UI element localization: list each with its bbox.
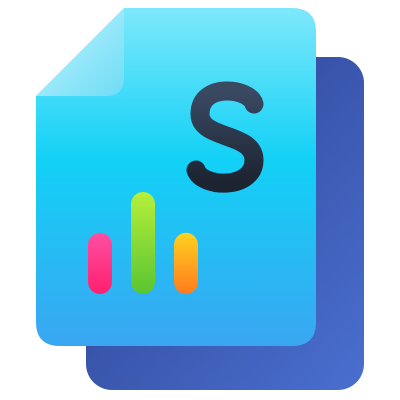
pink-bar <box>88 232 112 294</box>
page-fold <box>36 8 124 96</box>
icon-canvas <box>0 0 400 400</box>
financial-report-icon <box>36 8 364 390</box>
green-bar <box>131 192 155 294</box>
orange-bar <box>174 232 198 294</box>
